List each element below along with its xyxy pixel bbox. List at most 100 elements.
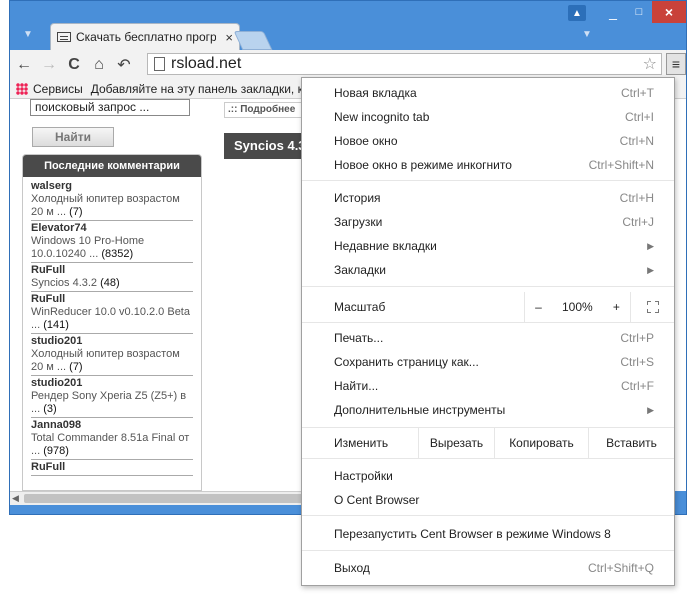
undo-close-tab-button[interactable]: ↶ bbox=[113, 54, 135, 76]
url-text[interactable]: rsload.net bbox=[171, 55, 241, 73]
menu-label: Новое окно bbox=[334, 134, 398, 148]
comment-count: (48) bbox=[100, 277, 120, 289]
menu-item-find[interactable]: Найти... Ctrl+F bbox=[302, 374, 674, 398]
comment-user[interactable]: studio201 bbox=[31, 377, 193, 390]
shortcut: Ctrl+I bbox=[624, 110, 654, 124]
menu-item-new-window[interactable]: Новое окно Ctrl+N bbox=[302, 129, 674, 153]
menu-button[interactable]: ≡ bbox=[666, 53, 686, 75]
menu-label: Настройки bbox=[334, 469, 393, 483]
menu-label: Дополнительные инструменты bbox=[334, 403, 506, 417]
menu-separator bbox=[302, 515, 674, 516]
tab-close-icon[interactable]: × bbox=[225, 30, 233, 45]
find-button[interactable]: Найти bbox=[32, 127, 114, 147]
menu-item-relaunch[interactable]: Перезапустить Cent Browser в режиме Wind… bbox=[302, 522, 674, 546]
comment-user[interactable]: Elevator74 bbox=[31, 222, 193, 235]
home-button[interactable]: ⌂ bbox=[88, 54, 110, 76]
tab-scroll-right-icon[interactable]: ▼ bbox=[582, 29, 592, 40]
comment-user[interactable]: RuFull bbox=[31, 461, 193, 474]
comment-item[interactable]: RuFull WinReducer 10.0 v0.10.2.0 Beta ...… bbox=[31, 292, 193, 334]
article-title[interactable]: Syncios 4.3 bbox=[224, 133, 304, 159]
comment-item[interactable]: Janna098 Total Commander 8.51a Final от .… bbox=[31, 418, 193, 460]
menu-item-about[interactable]: О Cent Browser bbox=[302, 488, 674, 512]
zoom-out-button[interactable]: – bbox=[535, 300, 542, 314]
zoom-in-button[interactable]: + bbox=[613, 300, 620, 314]
address-bar[interactable]: rsload.net ☆ bbox=[147, 53, 662, 75]
menu-label: Перезапустить Cent Browser в режиме Wind… bbox=[334, 527, 611, 541]
menu-label: New incognito tab bbox=[334, 110, 430, 124]
back-button[interactable]: ← bbox=[13, 54, 35, 76]
menu-item-history[interactable]: История Ctrl+H bbox=[302, 186, 674, 210]
comment-text[interactable]: Рендер Sony Xperia Z5 (Z5+) в ... (3) bbox=[31, 390, 193, 416]
menu-item-bookmarks[interactable]: Закладки ▶ bbox=[302, 258, 674, 282]
tab-scroll-left-icon[interactable]: ▼ bbox=[23, 29, 33, 40]
comment-snippet[interactable]: Syncios 4.3.2 bbox=[31, 277, 97, 289]
shortcut: Ctrl+F bbox=[621, 379, 654, 393]
more-link[interactable]: .:: Подробнее bbox=[224, 102, 304, 118]
paste-button[interactable]: Вставить bbox=[588, 428, 674, 458]
menu-item-incognito-tab[interactable]: New incognito tab Ctrl+I bbox=[302, 105, 674, 129]
close-button[interactable]: × bbox=[652, 1, 686, 23]
horizontal-scrollbar[interactable]: ◀ bbox=[10, 491, 310, 505]
toolbar: ← → C ⌂ ↶ rsload.net ☆ ≡ bbox=[10, 50, 686, 79]
menu-separator bbox=[302, 286, 674, 287]
submenu-arrow-icon: ▶ bbox=[647, 404, 654, 415]
search-input[interactable]: поисковый запрос ... bbox=[30, 99, 190, 116]
menu-separator bbox=[302, 550, 674, 551]
menu-label: История bbox=[334, 191, 381, 205]
comment-count: (7) bbox=[69, 206, 83, 218]
maximize-button[interactable]: □ bbox=[626, 1, 652, 23]
edit-label: Изменить bbox=[334, 436, 389, 450]
comment-snippet[interactable]: Холодный юпитер возрастом 20 м ... bbox=[31, 348, 180, 373]
menu-item-exit[interactable]: Выход Ctrl+Shift+Q bbox=[302, 556, 674, 580]
scroll-left-icon[interactable]: ◀ bbox=[12, 493, 19, 504]
comment-item[interactable]: RuFull bbox=[31, 460, 193, 476]
bookmark-star-icon[interactable]: ☆ bbox=[643, 54, 657, 74]
comment-count: (3) bbox=[43, 403, 57, 415]
comment-text[interactable]: WinReducer 10.0 v0.10.2.0 Beta ... (141) bbox=[31, 306, 193, 332]
zoom-value: 100% bbox=[561, 300, 593, 314]
menu-item-save-page[interactable]: Сохранить страницу как... Ctrl+S bbox=[302, 350, 674, 374]
shortcut: Ctrl+J bbox=[622, 215, 654, 229]
minimize-button[interactable]: _ bbox=[600, 1, 626, 23]
comment-item[interactable]: RuFull Syncios 4.3.2 (48) bbox=[31, 263, 193, 292]
comment-user[interactable]: RuFull bbox=[31, 293, 193, 306]
comment-text[interactable]: Syncios 4.3.2 (48) bbox=[31, 277, 193, 290]
menu-label: Новое окно в режиме инкогнито bbox=[334, 158, 512, 172]
reload-button[interactable]: C bbox=[63, 54, 85, 76]
menu-item-new-incognito-window[interactable]: Новое окно в режиме инкогнито Ctrl+Shift+… bbox=[302, 153, 674, 177]
cut-button[interactable]: Вырезать bbox=[418, 428, 494, 458]
menu-item-settings[interactable]: Настройки bbox=[302, 464, 674, 488]
menu-item-print[interactable]: Печать... Ctrl+P bbox=[302, 326, 674, 350]
comment-item[interactable]: studio201 Холодный юпитер возрастом 20 м … bbox=[31, 334, 193, 376]
comment-item[interactable]: walserg Холодный юпитер возрастом 20 м ..… bbox=[31, 179, 193, 221]
scrollbar-thumb[interactable] bbox=[24, 494, 304, 503]
menu-item-recent-tabs[interactable]: Недавние вкладки ▶ bbox=[302, 234, 674, 258]
copy-button[interactable]: Копировать bbox=[494, 428, 588, 458]
menu-item-new-tab[interactable]: Новая вкладка Ctrl+T bbox=[302, 81, 674, 105]
comment-text[interactable]: Холодный юпитер возрастом 20 м ... (7) bbox=[31, 193, 193, 219]
forward-button[interactable]: → bbox=[38, 54, 60, 76]
user-icon[interactable]: ▲ bbox=[568, 5, 586, 21]
menu-item-downloads[interactable]: Загрузки Ctrl+J bbox=[302, 210, 674, 234]
menu-item-more-tools[interactable]: Дополнительные инструменты ▶ bbox=[302, 398, 674, 422]
comment-item[interactable]: studio201 Рендер Sony Xperia Z5 (Z5+) в .… bbox=[31, 376, 193, 418]
comment-user[interactable]: walserg bbox=[31, 180, 193, 193]
menu-separator bbox=[302, 322, 674, 323]
menu-label: Сохранить страницу как... bbox=[334, 355, 479, 369]
comment-user[interactable]: Janna098 bbox=[31, 419, 193, 432]
comment-item[interactable]: Elevator74 Windows 10 Pro-Home 10.0.10240… bbox=[31, 221, 193, 263]
comment-text[interactable]: Total Commander 8.51a Final от ... (978) bbox=[31, 432, 193, 458]
comment-snippet[interactable]: Холодный юпитер возрастом 20 м ... bbox=[31, 193, 180, 218]
apps-grid-icon[interactable] bbox=[16, 82, 28, 95]
tab-active[interactable]: Скачать бесплатно прогр × bbox=[50, 23, 240, 50]
favicon-icon bbox=[57, 32, 71, 42]
fullscreen-button[interactable] bbox=[630, 292, 674, 322]
comment-user[interactable]: RuFull bbox=[31, 264, 193, 277]
menu-label: Найти... bbox=[334, 379, 379, 393]
comment-text[interactable]: Windows 10 Pro-Home 10.0.10240 ... (8352… bbox=[31, 235, 193, 261]
comment-text[interactable]: Холодный юпитер возрастом 20 м ... (7) bbox=[31, 348, 193, 374]
shortcut: Ctrl+H bbox=[619, 191, 654, 205]
apps-link[interactable]: Сервисы bbox=[33, 82, 83, 96]
comment-user[interactable]: studio201 bbox=[31, 335, 193, 348]
submenu-arrow-icon: ▶ bbox=[647, 264, 654, 275]
